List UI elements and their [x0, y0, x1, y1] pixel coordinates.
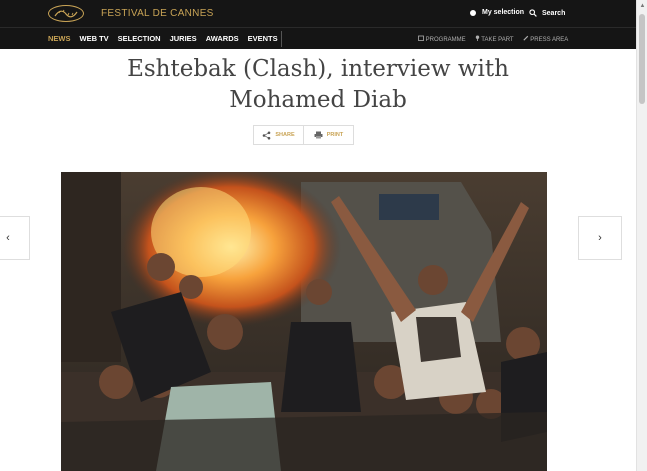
nav-item-web-tv[interactable]: WEB TV: [80, 34, 109, 43]
article-title: Eshtebak (Clash), interview with Mohamed…: [0, 54, 636, 116]
search-label: Search: [542, 9, 566, 17]
share-button[interactable]: SHARE: [254, 126, 303, 144]
my-selection-link[interactable]: My selection: [470, 9, 524, 16]
share-label: SHARE: [275, 132, 295, 138]
page-scrollbar[interactable]: ▲: [636, 0, 647, 471]
scrollbar-thumb[interactable]: [639, 14, 645, 104]
nav-secondary: PROGRAMME TAKE PART PRESS AREA: [418, 35, 568, 43]
brand-name[interactable]: FESTIVAL DE CANNES: [101, 8, 214, 19]
chevron-right-icon: ›: [598, 232, 602, 244]
article-actions: SHARE PRINT: [253, 125, 354, 145]
calendar-icon: [418, 35, 424, 41]
share-icon: [263, 131, 271, 139]
search-button[interactable]: Search: [529, 9, 565, 17]
print-label: PRINT: [326, 132, 344, 138]
nav-take-part-label: TAKE PART: [481, 37, 514, 43]
nav-menu: NEWS WEB TV SELECTION JURIES AWARDS EVEN…: [48, 34, 278, 43]
print-icon: [314, 131, 323, 139]
nav-item-juries[interactable]: JURIES: [170, 34, 197, 43]
search-icon: [529, 9, 537, 17]
top-header: FESTIVAL DE CANNES My selection Search: [0, 0, 636, 27]
circle-icon: [470, 9, 476, 16]
carousel-next-button[interactable]: ›: [578, 216, 622, 260]
nav-item-news[interactable]: NEWS: [48, 34, 71, 43]
nav-divider: [281, 31, 282, 47]
nav-take-part-link[interactable]: TAKE PART: [475, 35, 514, 43]
nav-programme-label: PROGRAMME: [425, 37, 466, 43]
chevron-left-icon: ‹: [6, 232, 10, 244]
article-title-line-1: Eshtebak (Clash), interview with: [127, 56, 509, 82]
main-nav: NEWS WEB TV SELECTION JURIES AWARDS EVEN…: [0, 27, 636, 49]
nav-item-selection[interactable]: SELECTION: [118, 34, 161, 43]
print-button[interactable]: PRINT: [303, 126, 353, 144]
scroll-up-icon[interactable]: ▲: [637, 0, 647, 11]
nav-press-area-link[interactable]: PRESS AREA: [523, 35, 569, 43]
nav-item-events[interactable]: EVENTS: [248, 34, 278, 43]
nav-press-area-label: PRESS AREA: [530, 37, 569, 43]
article-title-line-2: Mohamed Diab: [229, 87, 407, 113]
nav-programme-link[interactable]: PROGRAMME: [418, 35, 466, 43]
pin-icon: [475, 35, 479, 41]
article-photo-image: [61, 172, 547, 471]
cannes-logo-icon[interactable]: [48, 5, 84, 22]
my-selection-label: My selection: [482, 9, 525, 16]
nav-item-awards[interactable]: AWARDS: [206, 34, 239, 43]
article-photo: [61, 172, 547, 471]
carousel-prev-button[interactable]: ‹: [0, 216, 30, 260]
pencil-icon: [523, 35, 528, 41]
